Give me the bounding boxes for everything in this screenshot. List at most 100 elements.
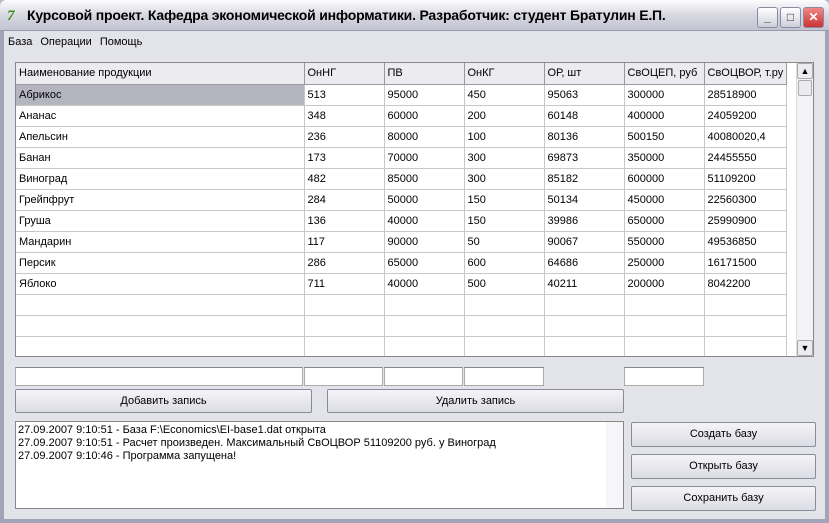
table-cell[interactable]: 450 <box>464 84 545 106</box>
maximize-button[interactable]: □ <box>780 7 801 28</box>
table-cell[interactable] <box>624 315 705 337</box>
products-grid[interactable]: Наименование продукции ОнНГ ПВ ОнКГ ОР, шт Св… <box>15 62 814 357</box>
table-row[interactable]: Виноград 482 85000 300 85182 600000 51109200 <box>16 168 788 190</box>
scroll-up-icon[interactable]: ▲ <box>797 63 813 79</box>
table-cell[interactable]: 69873 <box>544 147 625 169</box>
table-cell[interactable] <box>624 336 705 356</box>
table-row[interactable]: Абрикос 513 95000 450 95063 300000 28518900 <box>16 84 788 106</box>
table-cell[interactable]: 136 <box>304 210 385 232</box>
table-cell[interactable] <box>16 315 305 337</box>
column-header[interactable]: СвОЦВОР, т.ру <box>704 63 788 85</box>
table-cell[interactable]: 482 <box>304 168 385 190</box>
table-cell[interactable]: Виноград <box>16 168 305 190</box>
table-cell[interactable]: 284 <box>304 189 385 211</box>
table-cell[interactable] <box>16 336 305 356</box>
table-cell[interactable]: 95063 <box>544 84 625 106</box>
table-cell[interactable] <box>16 294 305 316</box>
table-cell[interactable] <box>384 294 465 316</box>
table-cell[interactable]: 450000 <box>624 189 705 211</box>
table-cell[interactable]: 80136 <box>544 126 625 148</box>
table-row[interactable] <box>16 294 788 316</box>
table-cell[interactable]: 513 <box>304 84 385 106</box>
menu-baza[interactable]: База <box>8 36 32 48</box>
close-button[interactable]: ✕ <box>803 7 824 28</box>
svocep-input[interactable] <box>624 367 704 386</box>
column-header[interactable]: Наименование продукции <box>16 63 305 85</box>
log-scrollbar[interactable] <box>606 422 623 508</box>
table-cell[interactable]: 200 <box>464 105 545 127</box>
table-cell[interactable]: 40211 <box>544 273 625 295</box>
table-cell[interactable]: 16171500 <box>704 252 788 274</box>
table-cell[interactable]: 40000 <box>384 273 465 295</box>
column-header[interactable]: ОР, шт <box>544 63 625 85</box>
table-cell[interactable]: 350000 <box>624 147 705 169</box>
save-db-button[interactable]: Сохранить базу <box>631 486 816 511</box>
table-cell[interactable]: Мандарин <box>16 231 305 253</box>
table-cell[interactable]: 711 <box>304 273 385 295</box>
table-row[interactable]: Яблоко 711 40000 500 40211 200000 8042200 <box>16 273 788 295</box>
table-cell[interactable]: 400000 <box>624 105 705 127</box>
table-cell[interactable]: 50 <box>464 231 545 253</box>
log-memo[interactable]: 27.09.2007 9:10:51 - База F:\Economics\E… <box>15 421 624 509</box>
table-cell[interactable]: 24455550 <box>704 147 788 169</box>
table-row[interactable]: Грейпфрут 284 50000 150 50134 450000 22560300 <box>16 189 788 211</box>
table-cell[interactable]: 85182 <box>544 168 625 190</box>
table-cell[interactable]: 60000 <box>384 105 465 127</box>
minimize-button[interactable]: _ <box>757 7 778 28</box>
table-cell[interactable] <box>544 315 625 337</box>
table-cell[interactable]: 65000 <box>384 252 465 274</box>
table-cell[interactable]: 286 <box>304 252 385 274</box>
table-cell[interactable]: 300 <box>464 168 545 190</box>
table-cell[interactable] <box>384 315 465 337</box>
scroll-down-icon[interactable]: ▼ <box>797 340 813 356</box>
table-cell[interactable]: Ананас <box>16 105 305 127</box>
table-cell[interactable]: 39986 <box>544 210 625 232</box>
table-cell[interactable] <box>624 294 705 316</box>
table-cell[interactable]: 40000 <box>384 210 465 232</box>
grid-scrollbar[interactable]: ▲ ▼ <box>796 63 813 356</box>
pv-input[interactable] <box>384 367 463 386</box>
table-cell[interactable]: 300000 <box>624 84 705 106</box>
table-cell[interactable]: 100 <box>464 126 545 148</box>
table-cell[interactable]: 650000 <box>624 210 705 232</box>
table-cell[interactable] <box>704 315 788 337</box>
table-cell[interactable] <box>704 336 788 356</box>
table-cell[interactable]: 8042200 <box>704 273 788 295</box>
table-row[interactable] <box>16 315 788 337</box>
column-header[interactable]: ОнКГ <box>464 63 545 85</box>
table-cell[interactable]: 173 <box>304 147 385 169</box>
table-row[interactable]: Банан 173 70000 300 69873 350000 24455550 <box>16 147 788 169</box>
table-cell[interactable]: 40080020,4 <box>704 126 788 148</box>
table-cell[interactable]: 24059200 <box>704 105 788 127</box>
table-cell[interactable]: 150 <box>464 189 545 211</box>
table-cell[interactable] <box>464 336 545 356</box>
table-cell[interactable] <box>544 294 625 316</box>
table-cell[interactable]: 500 <box>464 273 545 295</box>
table-cell[interactable] <box>544 336 625 356</box>
table-row[interactable]: Персик 286 65000 600 64686 250000 16171500 <box>16 252 788 274</box>
table-cell[interactable]: 49536850 <box>704 231 788 253</box>
delete-record-button[interactable]: Удалить запись <box>327 389 624 413</box>
table-cell[interactable]: 51109200 <box>704 168 788 190</box>
table-cell[interactable]: Банан <box>16 147 305 169</box>
table-cell[interactable]: 85000 <box>384 168 465 190</box>
table-cell[interactable] <box>304 315 385 337</box>
table-cell[interactable]: 600000 <box>624 168 705 190</box>
table-cell[interactable]: 236 <box>304 126 385 148</box>
table-cell[interactable]: 117 <box>304 231 385 253</box>
table-row[interactable]: Мандарин 117 90000 50 90067 550000 49536850 <box>16 231 788 253</box>
table-cell[interactable]: 50134 <box>544 189 625 211</box>
open-db-button[interactable]: Открыть базу <box>631 454 816 479</box>
table-cell[interactable] <box>464 315 545 337</box>
table-cell[interactable]: Груша <box>16 210 305 232</box>
table-cell[interactable]: 250000 <box>624 252 705 274</box>
table-cell[interactable]: 70000 <box>384 147 465 169</box>
table-cell[interactable]: Грейпфрут <box>16 189 305 211</box>
name-input[interactable] <box>15 367 303 386</box>
table-row[interactable]: Апельсин 236 80000 100 80136 500150 40080020,4 <box>16 126 788 148</box>
onng-input[interactable] <box>304 367 383 386</box>
table-cell[interactable] <box>464 294 545 316</box>
table-cell[interactable]: 28518900 <box>704 84 788 106</box>
table-cell[interactable]: Абрикос <box>16 84 305 106</box>
table-cell[interactable]: 90067 <box>544 231 625 253</box>
